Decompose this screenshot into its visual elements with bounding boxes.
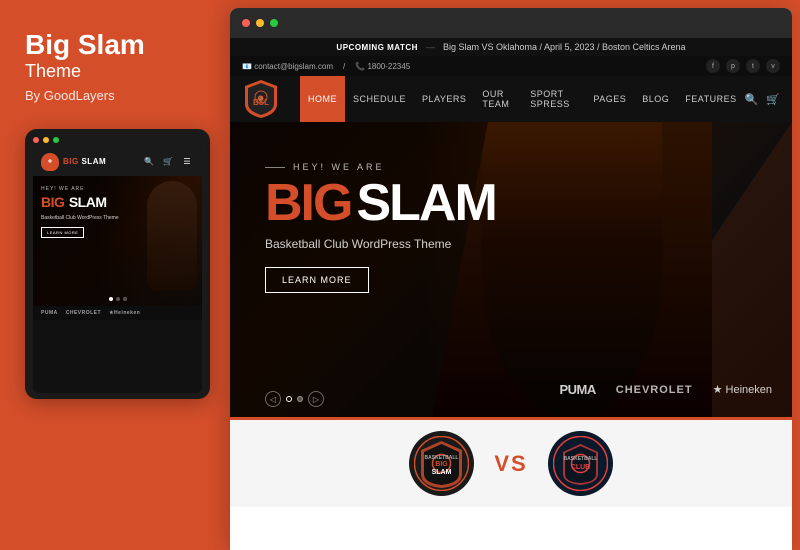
twitter-icon[interactable]: t	[746, 59, 760, 73]
hero-prev-arrow[interactable]: ◁	[265, 391, 281, 407]
mobile-cta-button[interactable]: LEARN MORE	[41, 227, 84, 238]
hero-indicators: ◁ ▷	[265, 391, 324, 407]
nav-item-players[interactable]: PLAYERS	[414, 76, 474, 122]
svg-text:SLAM: SLAM	[432, 469, 452, 476]
nav-items: HOME SCHEDULE PLAYERS OUR TEAM SPORT SPR…	[300, 76, 745, 122]
email-text: 📧 contact@bigslam.com	[242, 62, 333, 71]
svg-text:🏀: 🏀	[258, 95, 265, 102]
mobile-inner: BIG SLAM 🔍 🛒 ☰ HEY! WE ARE BIG	[33, 148, 202, 393]
sponsor-chevrolet: CHEVROLET	[616, 384, 693, 396]
mobile-search-icon[interactable]: 🔍	[142, 155, 156, 169]
browser-dot-green	[270, 19, 278, 27]
mobile-hero: HEY! WE ARE BIG SLAM Basketball Club Wor…	[33, 176, 202, 306]
svg-text:CLUB: CLUB	[570, 464, 589, 471]
topbar-info: Big Slam VS Oklahoma / April 5, 2023 / B…	[443, 42, 686, 52]
mobile-sponsors: PUMA CHEVROLET ★Heineken	[33, 306, 202, 320]
mobile-player-silhouette	[147, 181, 197, 291]
contact-left: 📧 contact@bigslam.com / 📞 1800-22345	[242, 62, 410, 71]
sponsor-heineken: ★ Heineken	[713, 383, 772, 396]
hero-player-silhouette	[482, 122, 662, 417]
site-logo: BSL 🏀	[242, 78, 280, 120]
team1-logo: BASKETBALL BIG SLAM	[409, 431, 474, 496]
contact-right: f p t v	[706, 59, 780, 73]
vs-section: BASKETBALL BIG SLAM VS BASKETBALL CLUB	[230, 417, 792, 507]
mobile-logo-icon	[41, 153, 59, 171]
mobile-sponsor-chevrolet: CHEVROLET	[66, 310, 101, 316]
mobile-ind-dot-3	[123, 297, 127, 301]
mobile-sponsor-puma: PUMA	[41, 310, 58, 316]
nav-item-home[interactable]: HOME	[300, 76, 345, 122]
site-nav: BSL 🏀 HOME SCHEDULE PLAYERS OUR TEAM SPO…	[230, 76, 792, 122]
mobile-dot-green	[53, 137, 59, 143]
browser-bar	[230, 8, 792, 38]
browser-mockup: UPCOMING MATCH — Big Slam VS Oklahoma / …	[230, 8, 792, 550]
site-contactbar: 📧 contact@bigslam.com / 📞 1800-22345 f p…	[230, 56, 792, 76]
sponsor-puma: PUMA	[559, 382, 595, 397]
shield-logo-icon: BSL 🏀	[242, 78, 280, 120]
mobile-slam-text: SLAM	[69, 194, 107, 210]
mobile-cart-icon[interactable]: 🛒	[161, 155, 175, 169]
mobile-dot-red	[33, 137, 39, 143]
hero-next-arrow[interactable]: ▷	[308, 391, 324, 407]
mobile-menu-icon[interactable]: ☰	[180, 155, 194, 169]
nav-right: 🔍 🛒	[745, 93, 780, 106]
nav-item-features[interactable]: FEATURES	[677, 76, 744, 122]
mobile-sponsor-heineken: ★Heineken	[109, 310, 140, 316]
site-hero: HEY! WE ARE BIG SLAM Basketball Club Wor…	[230, 122, 792, 417]
mobile-big-text: BIG	[41, 194, 64, 210]
topbar-sep: —	[426, 42, 435, 52]
vimeo-icon[interactable]: v	[766, 59, 780, 73]
mobile-dot-yellow	[43, 137, 49, 143]
hero-title: BIG SLAM	[265, 177, 496, 229]
nav-item-pages[interactable]: PAGES	[585, 76, 634, 122]
brand-subtitle: Theme	[25, 61, 205, 82]
nav-item-schedule[interactable]: SCHEDULE	[345, 76, 414, 122]
mobile-tagline: Basketball Club WordPress Theme	[41, 215, 119, 222]
hero-ind-dot-2	[297, 396, 303, 402]
nav-search-icon[interactable]: 🔍	[745, 93, 759, 106]
mobile-nav-icons: 🔍 🛒 ☰	[142, 155, 194, 169]
hero-content: HEY! WE ARE BIG SLAM Basketball Club Wor…	[265, 162, 496, 293]
mobile-preview: BIG SLAM 🔍 🛒 ☰ HEY! WE ARE BIG	[25, 129, 210, 399]
nav-item-our-team[interactable]: OUR TEAM	[474, 76, 522, 122]
mobile-hey-label: HEY! WE ARE	[41, 186, 119, 192]
hero-ind-dot-1	[286, 396, 292, 402]
hero-hey-label: HEY! WE ARE	[265, 162, 496, 172]
mobile-ind-dot-1	[109, 297, 113, 301]
hero-slam-text: SLAM	[356, 177, 495, 229]
brand-title: Big Slam	[25, 30, 205, 61]
browser-dot-red	[242, 19, 250, 27]
hero-big-text: BIG	[265, 177, 351, 229]
mobile-nav: BIG SLAM 🔍 🛒 ☰	[33, 148, 202, 176]
site-topbar: UPCOMING MATCH — Big Slam VS Oklahoma / …	[230, 38, 792, 56]
hero-description: Basketball Club WordPress Theme	[265, 237, 496, 251]
upcoming-match-label: UPCOMING MATCH	[336, 43, 418, 52]
team2-logo: BASKETBALL CLUB	[548, 431, 613, 496]
mobile-ind-dot-2	[116, 297, 120, 301]
facebook-icon[interactable]: f	[706, 59, 720, 73]
hero-cta-button[interactable]: LEARN MORE	[265, 267, 369, 293]
hero-sponsors: PUMA CHEVROLET ★ Heineken	[559, 382, 772, 397]
left-panel: Big Slam Theme By GoodLayers	[0, 0, 230, 550]
divider: /	[343, 62, 345, 71]
nav-cart-icon[interactable]: 🛒	[766, 93, 780, 106]
browser-dot-yellow	[256, 19, 264, 27]
phone-text: 📞 1800-22345	[355, 62, 410, 71]
svg-text:BASKETBALL: BASKETBALL	[563, 456, 597, 462]
mobile-hero-content: HEY! WE ARE BIG SLAM Basketball Club Wor…	[41, 186, 119, 240]
nav-item-sport-spress[interactable]: SPORT SPRESS	[522, 76, 585, 122]
mobile-logo: BIG SLAM	[41, 153, 106, 171]
pinterest-icon[interactable]: p	[726, 59, 740, 73]
nav-item-blog[interactable]: BLOG	[634, 76, 677, 122]
brand-by: By GoodLayers	[25, 88, 205, 103]
mobile-indicators	[109, 297, 127, 301]
mobile-logo-text: BIG SLAM	[63, 157, 106, 166]
vs-text: VS	[494, 451, 527, 477]
svg-text:BIG: BIG	[436, 461, 449, 468]
